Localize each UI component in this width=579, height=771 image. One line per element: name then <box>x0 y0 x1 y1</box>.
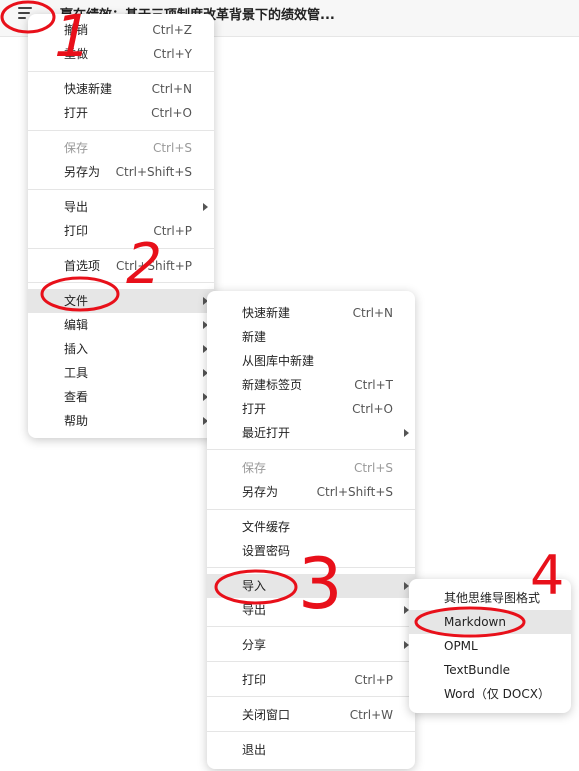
menu-divider <box>207 696 415 697</box>
menu-item-save[interactable]: 保存 Ctrl+S <box>28 136 214 160</box>
chevron-right-icon <box>404 429 409 437</box>
file-item-share[interactable]: 分享 <box>207 633 415 657</box>
import-item-opml[interactable]: OPML <box>409 634 571 658</box>
menu-divider <box>207 449 415 450</box>
menu-divider <box>207 661 415 662</box>
file-item-new-tab[interactable]: 新建标签页 Ctrl+T <box>207 373 415 397</box>
menu-divider <box>207 509 415 510</box>
file-item-quick-new[interactable]: 快速新建 Ctrl+N <box>207 301 415 325</box>
file-item-save[interactable]: 保存 Ctrl+S <box>207 456 415 480</box>
file-item-quit[interactable]: 退出 <box>207 738 415 762</box>
file-item-close-window[interactable]: 关闭窗口 Ctrl+W <box>207 703 415 727</box>
menu-item-help[interactable]: 帮助 <box>28 409 214 433</box>
menu-item-open[interactable]: 打开 Ctrl+O <box>28 101 214 125</box>
import-item-textbundle[interactable]: TextBundle <box>409 658 571 682</box>
menu-item-save-as[interactable]: 另存为 Ctrl+Shift+S <box>28 160 214 184</box>
menu-divider <box>28 71 214 72</box>
menu-divider <box>28 130 214 131</box>
import-item-markdown[interactable]: Markdown <box>409 610 571 634</box>
menu-divider <box>207 731 415 732</box>
file-item-save-as[interactable]: 另存为 Ctrl+Shift+S <box>207 480 415 504</box>
annotation-number-4: 4 <box>530 544 565 607</box>
file-item-file-cache[interactable]: 文件缓存 <box>207 515 415 539</box>
annotation-number-3: 3 <box>298 543 343 625</box>
menu-divider <box>28 248 214 249</box>
file-item-print[interactable]: 打印 Ctrl+P <box>207 668 415 692</box>
file-item-new[interactable]: 新建 <box>207 325 415 349</box>
menu-item-view[interactable]: 查看 <box>28 385 214 409</box>
file-item-new-from-gallery[interactable]: 从图库中新建 <box>207 349 415 373</box>
file-item-open[interactable]: 打开 Ctrl+O <box>207 397 415 421</box>
menu-divider <box>207 626 415 627</box>
menu-item-tools[interactable]: 工具 <box>28 361 214 385</box>
chevron-right-icon <box>203 203 208 211</box>
menu-item-preferences[interactable]: 首选项 Ctrl+Shift+P <box>28 254 214 278</box>
menu-item-quick-new[interactable]: 快速新建 Ctrl+N <box>28 77 214 101</box>
menu-item-insert[interactable]: 插入 <box>28 337 214 361</box>
menu-item-print[interactable]: 打印 Ctrl+P <box>28 219 214 243</box>
menu-divider <box>28 189 214 190</box>
menu-item-export[interactable]: 导出 <box>28 195 214 219</box>
file-item-recent[interactable]: 最近打开 <box>207 421 415 445</box>
import-item-word-docx[interactable]: Word（仅 DOCX） <box>409 682 571 706</box>
menu-item-edit[interactable]: 编辑 <box>28 313 214 337</box>
file-submenu: 快速新建 Ctrl+N 新建 从图库中新建 新建标签页 Ctrl+T 打开 Ct… <box>207 291 415 769</box>
main-menu: 撤销 Ctrl+Z 重做 Ctrl+Y 快速新建 Ctrl+N 打开 Ctrl+… <box>28 14 214 438</box>
